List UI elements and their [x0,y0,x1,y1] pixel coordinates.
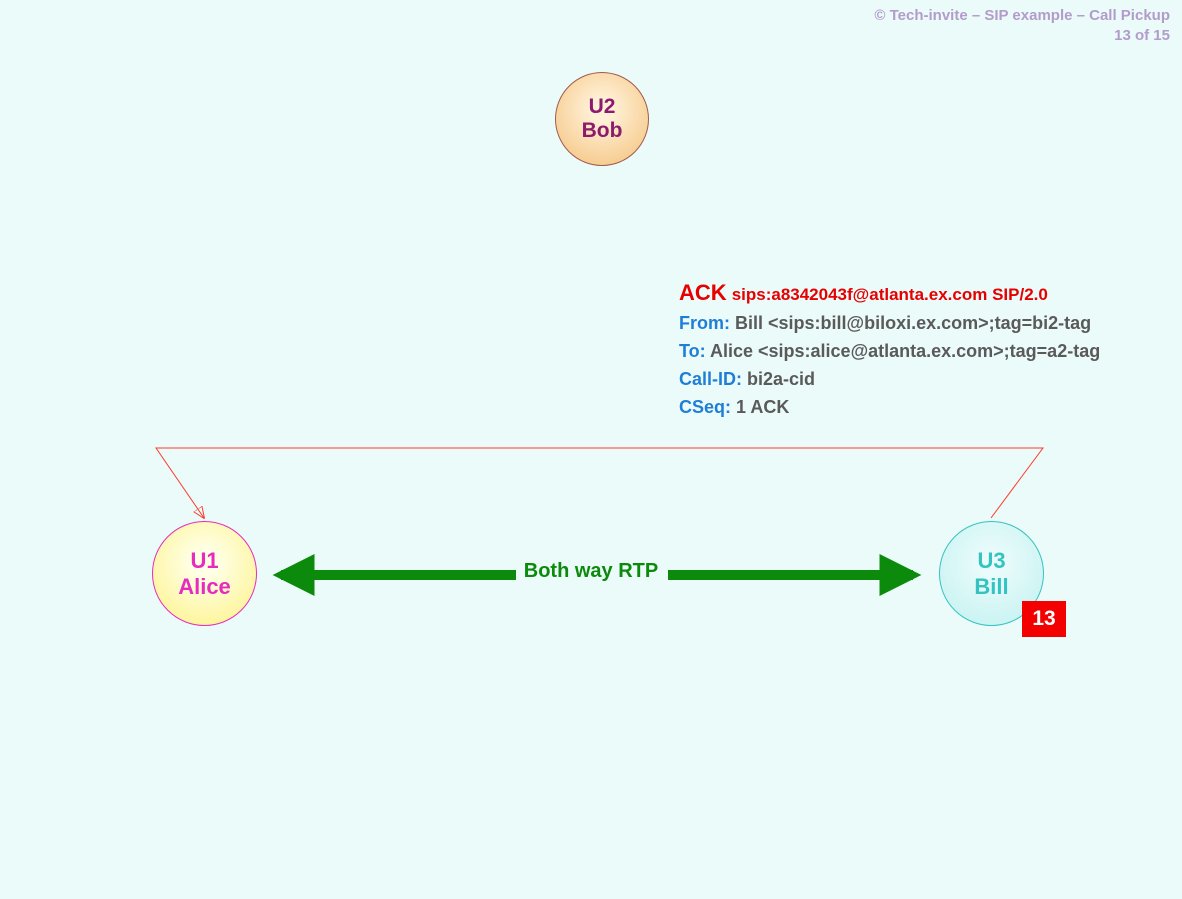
sip-method: ACK [679,280,727,305]
sip-cseq-line: CSeq: 1 ACK [679,394,1100,422]
header-pager: 13 of 15 [1114,27,1170,44]
rtp-label: Both way RTP [0,560,1182,583]
step-number: 13 [1032,607,1055,631]
node-u2-bob: U2 Bob [555,72,649,166]
sip-from-value: Bill <sips:bill@biloxi.ex.com>;tag=bi2-t… [735,313,1091,333]
sip-message-block: ACK sips:a8342043f@atlanta.ex.com SIP/2.… [679,276,1100,422]
sip-to-label: To [679,341,700,361]
sip-request-uri: sips:a8342043f@atlanta.ex.com SIP/2.0 [732,285,1048,304]
diagram-canvas: © Tech-invite – SIP example – Call Picku… [0,0,1182,899]
sip-from-line: From: Bill <sips:bill@biloxi.ex.com>;tag… [679,310,1100,338]
sip-to-value: Alice <sips:alice@atlanta.ex.com>;tag=a2… [710,341,1100,361]
sip-cseq-value: 1 ACK [736,397,789,417]
sip-cseq-label: CSeq [679,397,725,417]
sip-callid-line: Call-ID: bi2a-cid [679,366,1100,394]
header: © Tech-invite – SIP example – Call Picku… [874,6,1170,45]
node-u2-id: U2 [589,95,616,119]
sip-from-label: From [679,313,724,333]
sip-to-line: To: Alice <sips:alice@atlanta.ex.com>;ta… [679,338,1100,366]
sip-callid-label: Call-ID [679,369,736,389]
sip-request-line: ACK sips:a8342043f@atlanta.ex.com SIP/2.… [679,276,1100,310]
header-copyright: © Tech-invite – SIP example – Call Picku… [874,7,1170,24]
ack-path [156,448,1043,518]
step-badge: 13 [1022,601,1066,637]
sip-callid-value: bi2a-cid [747,369,815,389]
node-u2-name: Bob [582,119,623,143]
